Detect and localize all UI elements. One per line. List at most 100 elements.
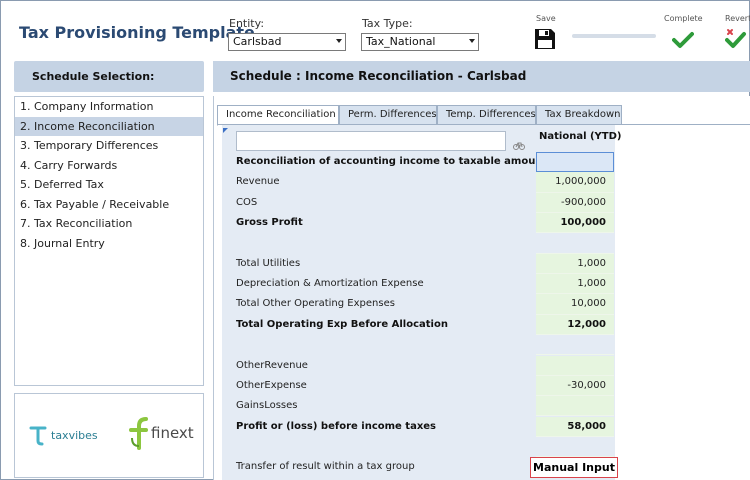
grid-row: Profit or (loss) before income taxes 58,0… [234,416,615,437]
row-label: Revenue [236,176,280,188]
tab-tax-breakdown[interactable]: Tax Breakdown [536,105,622,125]
save-icon [535,29,555,49]
complete-label: Complete [664,14,703,23]
chevron-down-icon [469,39,475,43]
taxvibes-logo-icon [29,426,47,446]
schedule-list: 1. Company Information 2. Income Reconci… [14,96,204,386]
grid-row [234,233,615,254]
grid-row: Gross Profit 100,000 [234,213,615,234]
row-label: Total Other Operating Expenses [236,298,395,310]
value-cell[interactable]: 1,000,000 [536,172,614,193]
finext-logo-text: finext [151,424,194,442]
row-label: COS [236,196,258,208]
grid-row: GainsLosses [234,396,615,417]
entity-value: Carlsbad [233,35,282,48]
bicycle-icon-svg [513,142,525,150]
app-window: Tax Provisioning Template Entity: Carlsb… [0,0,750,480]
tax-type-label: Tax Type: [362,17,413,30]
schedule-item-company-information[interactable]: 1. Company Information [15,97,203,117]
cell-value: 1,000,000 [555,176,606,188]
tax-type-select[interactable]: Tax_National [361,33,479,51]
value-cell[interactable] [536,355,614,376]
cell-value: 1,000 [577,257,606,269]
cell-value: 58,000 [567,420,606,432]
row-label: Profit or (loss) before income taxes [236,420,437,432]
save-label: Save [536,14,556,23]
revert-button[interactable] [725,26,747,49]
row-label: Reconciliation of accounting income to t… [236,156,548,167]
schedule-selection-title: Schedule Selection: [32,70,155,83]
grid-row: OtherExpense -30,000 [234,375,615,397]
schedule-item-deferred-tax[interactable]: 5. Deferred Tax [15,175,203,195]
tab-perm-differences[interactable]: Perm. Differences [339,105,437,125]
checkmark-icon [672,32,694,48]
cell-value: 10,000 [571,298,606,310]
row-label: OtherRevenue [236,359,308,371]
schedule-item-temporary-differences[interactable]: 3. Temporary Differences [15,136,203,156]
value-cell[interactable]: 100,000 [536,213,614,234]
manual-input-cell[interactable]: Manual Input [530,457,618,478]
progress-track [572,34,656,38]
grid-row [234,436,615,458]
chevron-down-icon [336,39,342,43]
finext-logo: finext [127,416,194,450]
grid-filter-input[interactable] [236,131,506,151]
schedule-item-journal-entry[interactable]: 8. Journal Entry [15,234,203,254]
value-cell[interactable] [536,396,614,417]
schedule-item-tax-reconciliation[interactable]: 7. Tax Reconciliation [15,214,203,234]
value-cell[interactable]: -900,000 [536,192,614,213]
value-cell[interactable] [536,152,614,173]
entity-select[interactable]: Carlsbad [228,33,346,51]
schedule-title: Schedule : Income Reconciliation - Carls… [230,69,527,83]
value-cell[interactable] [536,233,614,254]
grid-row: Transfer of result within a tax group Man… [234,457,618,478]
grid-row: COS -900,000 [234,192,615,213]
row-label: Depreciation & Amortization Expense [236,278,424,290]
grid-row: Reconciliation of accounting income to t… [234,152,615,173]
taxvibes-logo: taxvibes [29,424,98,446]
value-cell[interactable]: 10,000 [536,294,614,315]
save-button[interactable] [534,28,556,50]
schedule-item-income-reconciliation[interactable]: 2. Income Reconciliation [15,116,203,136]
grid-row: Total Utilities 1,000 [234,253,615,275]
cell-value: Manual Input [533,461,615,475]
cell-value: 1,000 [577,278,606,290]
column-header-national-ytd: National (YTD) [539,131,622,142]
value-cell[interactable]: 58,000 [536,416,614,437]
grid-row: Depreciation & Amortization Expense 1,000 [234,274,615,295]
grid-row: Total Operating Exp Before Allocation 12,… [234,314,615,336]
taxvibes-logo-text: taxvibes [51,428,98,442]
cell-value: -900,000 [561,196,606,208]
grid-row: OtherRevenue [234,355,615,376]
row-label: Transfer of result within a tax group [236,461,415,473]
row-label: Total Operating Exp Before Allocation [236,318,448,330]
entity-label: Entity: [229,17,265,30]
revert-check-icon [725,29,746,48]
schedule-header: Schedule : Income Reconciliation - Carls… [213,61,750,92]
row-label: GainsLosses [236,400,298,412]
value-cell[interactable]: 1,000 [536,253,614,275]
complete-button[interactable] [672,31,694,49]
schedule-selection-header: Schedule Selection: [14,61,204,92]
schedule-item-carry-forwards[interactable]: 4. Carry Forwards [15,156,203,176]
app-title: Tax Provisioning Template [19,23,255,42]
grid-row: Total Other Operating Expenses 10,000 [234,294,615,315]
schedule-item-tax-payable-receivable[interactable]: 6. Tax Payable / Receivable [15,195,203,215]
row-label: Gross Profit [236,217,303,229]
grid-row: Revenue 1,000,000 [234,172,615,193]
cell-value: 100,000 [560,217,606,229]
value-cell[interactable]: 12,000 [536,314,614,336]
bicycle-icon[interactable] [513,135,525,150]
cell-value: 12,000 [567,318,606,330]
value-cell[interactable]: 1,000 [536,274,614,295]
value-cell[interactable] [536,436,614,458]
row-label: Total Utilities [236,257,301,269]
value-cell[interactable]: -30,000 [536,375,614,397]
value-cell[interactable] [536,335,614,356]
grid-corner-marker [223,128,228,133]
cell-value: -30,000 [567,379,606,391]
row-label: OtherExpense [236,379,307,391]
tab-temp-differences[interactable]: Temp. Differences [437,105,536,125]
tab-income-reconciliation[interactable]: Income Reconciliation [217,105,339,126]
grid-row [234,335,615,356]
